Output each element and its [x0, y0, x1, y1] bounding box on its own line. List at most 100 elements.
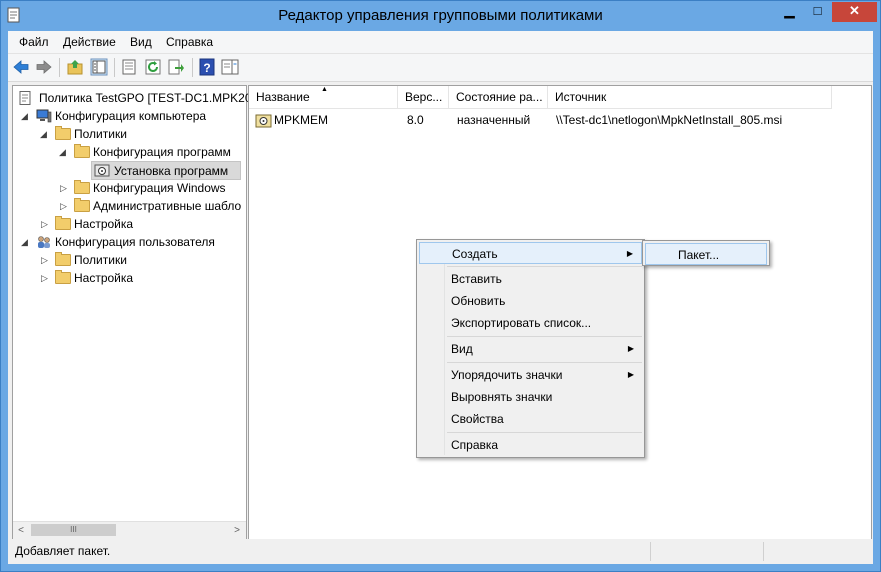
expanded-arrow-icon[interactable]: ◢: [21, 111, 29, 121]
window-title: Редактор управления групповыми политикам…: [278, 7, 603, 24]
show-action-pane-icon[interactable]: [221, 58, 239, 76]
menu-view[interactable]: Вид: [130, 35, 152, 49]
scroll-left-button[interactable]: <: [13, 522, 29, 539]
menu-file[interactable]: Файл: [19, 35, 49, 49]
context-menu: Создать ▶ Вставить Обновить Экспортирова…: [416, 239, 645, 458]
menu-item-view[interactable]: Вид ▶: [419, 338, 642, 360]
svg-text:?: ?: [203, 61, 210, 75]
menu-separator: [447, 266, 642, 267]
status-text: Добавляет пакет.: [15, 544, 111, 558]
collapsed-arrow-icon[interactable]: ▷: [41, 219, 49, 229]
menu-item-paste[interactable]: Вставить: [419, 268, 642, 290]
menu-item-line-up-icons[interactable]: Выровнять значки: [419, 386, 642, 408]
folder-icon: [55, 270, 71, 284]
expanded-arrow-icon[interactable]: ◢: [21, 237, 29, 247]
collapsed-arrow-icon[interactable]: ▷: [60, 201, 68, 211]
submenu-arrow-icon: ▶: [626, 249, 633, 258]
scroll-thumb[interactable]: III: [31, 524, 116, 536]
cell-version: 8.0: [407, 113, 424, 127]
properties-icon[interactable]: [120, 58, 138, 76]
refresh-icon[interactable]: [144, 58, 162, 76]
menu-item-label: Обновить: [451, 294, 506, 308]
create-submenu: Пакет...: [642, 240, 770, 266]
menu-item-export-list[interactable]: Экспортировать список...: [419, 312, 642, 334]
menu-item-help[interactable]: Справка: [419, 434, 642, 456]
help-icon[interactable]: ?: [198, 58, 216, 76]
menu-item-package[interactable]: Пакет...: [645, 243, 767, 265]
tree-horizontal-scrollbar[interactable]: < III >: [13, 521, 246, 539]
tree-item-root[interactable]: Политика TestGPO [TEST-DC1.MPK20: [17, 89, 252, 107]
tree-item-user-preferences[interactable]: ▷ Настройка: [40, 269, 245, 287]
policy-document-icon: [19, 91, 31, 105]
tree-item-user-config[interactable]: ◢ Конфигурация пользователя: [21, 233, 245, 251]
menu-separator: [447, 432, 642, 433]
toolbar: ?: [8, 54, 873, 82]
submenu-arrow-icon: ▶: [627, 370, 634, 379]
menu-item-refresh[interactable]: Обновить: [419, 290, 642, 312]
tree-pane[interactable]: Политика TestGPO [TEST-DC1.MPK20 ◢ Конфи…: [12, 85, 252, 540]
collapsed-arrow-icon[interactable]: ▷: [41, 273, 49, 283]
tree-item-label: Политика TestGPO [TEST-DC1.MPK20: [39, 91, 252, 105]
tree-item-label: Политики: [74, 127, 127, 141]
tree-item-software-settings[interactable]: ◢ Конфигурация программ: [59, 143, 245, 161]
maximize-button[interactable]: □: [804, 2, 831, 22]
menu-item-label: Экспортировать список...: [451, 316, 592, 330]
tree-item-label: Политики: [74, 253, 127, 267]
show-hide-tree-icon[interactable]: [90, 58, 108, 76]
status-bar: Добавляет пакет.: [8, 539, 873, 564]
menu-item-label: Свойства: [451, 412, 504, 426]
folder-icon: [74, 144, 90, 158]
menu-item-label: Создать: [452, 247, 498, 261]
menu-item-properties[interactable]: Свойства: [419, 408, 642, 430]
menu-item-create[interactable]: Создать ▶: [419, 242, 642, 264]
tree-item-label: Настройка: [74, 271, 134, 285]
menu-item-label: Упорядочить значки: [451, 368, 563, 382]
menu-item-label: Вид: [451, 342, 473, 356]
cell-state: назначенный: [457, 113, 531, 127]
menu-help[interactable]: Справка: [166, 35, 213, 49]
folder-icon: [55, 216, 71, 230]
scroll-right-button[interactable]: >: [229, 522, 245, 539]
menu-item-label: Вставить: [451, 272, 502, 286]
status-separator: [650, 542, 651, 561]
menu-action[interactable]: Действие: [63, 35, 116, 49]
up-folder-icon[interactable]: [66, 58, 84, 76]
folder-icon: [74, 180, 90, 194]
export-list-icon[interactable]: [167, 58, 185, 76]
toolbar-separator: [59, 58, 60, 77]
close-button[interactable]: ✕: [832, 2, 877, 22]
tree-item-admin-templates[interactable]: ▷ Административные шабло: [59, 197, 245, 215]
tree-item-computer-config[interactable]: ◢ Конфигурация компьютера: [21, 107, 245, 125]
collapsed-arrow-icon[interactable]: ▷: [41, 255, 49, 265]
folder-icon: [55, 126, 71, 140]
tree-item-label: Конфигурация программ: [93, 145, 231, 159]
collapsed-arrow-icon[interactable]: ▷: [60, 183, 68, 193]
tree-item-preferences[interactable]: ▷ Настройка: [40, 215, 245, 233]
tree-item-user-policies[interactable]: ▷ Политики: [40, 251, 245, 269]
expanded-arrow-icon[interactable]: ◢: [40, 129, 48, 139]
tree-item-label: Конфигурация компьютера: [55, 109, 207, 123]
back-icon[interactable]: [12, 58, 30, 76]
table-row[interactable]: MPKMEM 8.0 назначенный \\Test-dc1\netlog…: [249, 86, 832, 131]
menu-item-label: Справка: [451, 438, 499, 452]
menu-item-label: Выровнять значки: [451, 390, 553, 404]
folder-icon: [74, 198, 90, 212]
tree-item-label: Конфигурация Windows: [93, 181, 226, 195]
status-separator: [763, 542, 764, 561]
cell-source: \\Test-dc1\netlogon\MpkNetInstall_805.ms…: [556, 113, 783, 127]
users-icon: [38, 236, 50, 248]
menu-item-label: Пакет...: [678, 248, 720, 262]
expanded-arrow-icon[interactable]: ◢: [59, 147, 67, 157]
title-bar[interactable]: Редактор управления групповыми политикам…: [1, 1, 880, 31]
forward-icon[interactable]: [35, 58, 53, 76]
menu-separator: [447, 336, 642, 337]
minimize-button[interactable]: ▁: [776, 2, 803, 22]
tree-item-policies[interactable]: ◢ Политики: [40, 125, 245, 143]
toolbar-separator: [192, 58, 193, 77]
software-installation-icon: [94, 164, 110, 177]
tree-item-windows-settings[interactable]: ▷ Конфигурация Windows: [59, 179, 245, 197]
menu-bar: Файл Действие Вид Справка: [8, 31, 873, 54]
folder-icon: [55, 252, 71, 266]
tree-item-software-installation[interactable]: Установка программ: [91, 161, 241, 180]
menu-item-arrange-icons[interactable]: Упорядочить значки ▶: [419, 364, 642, 386]
